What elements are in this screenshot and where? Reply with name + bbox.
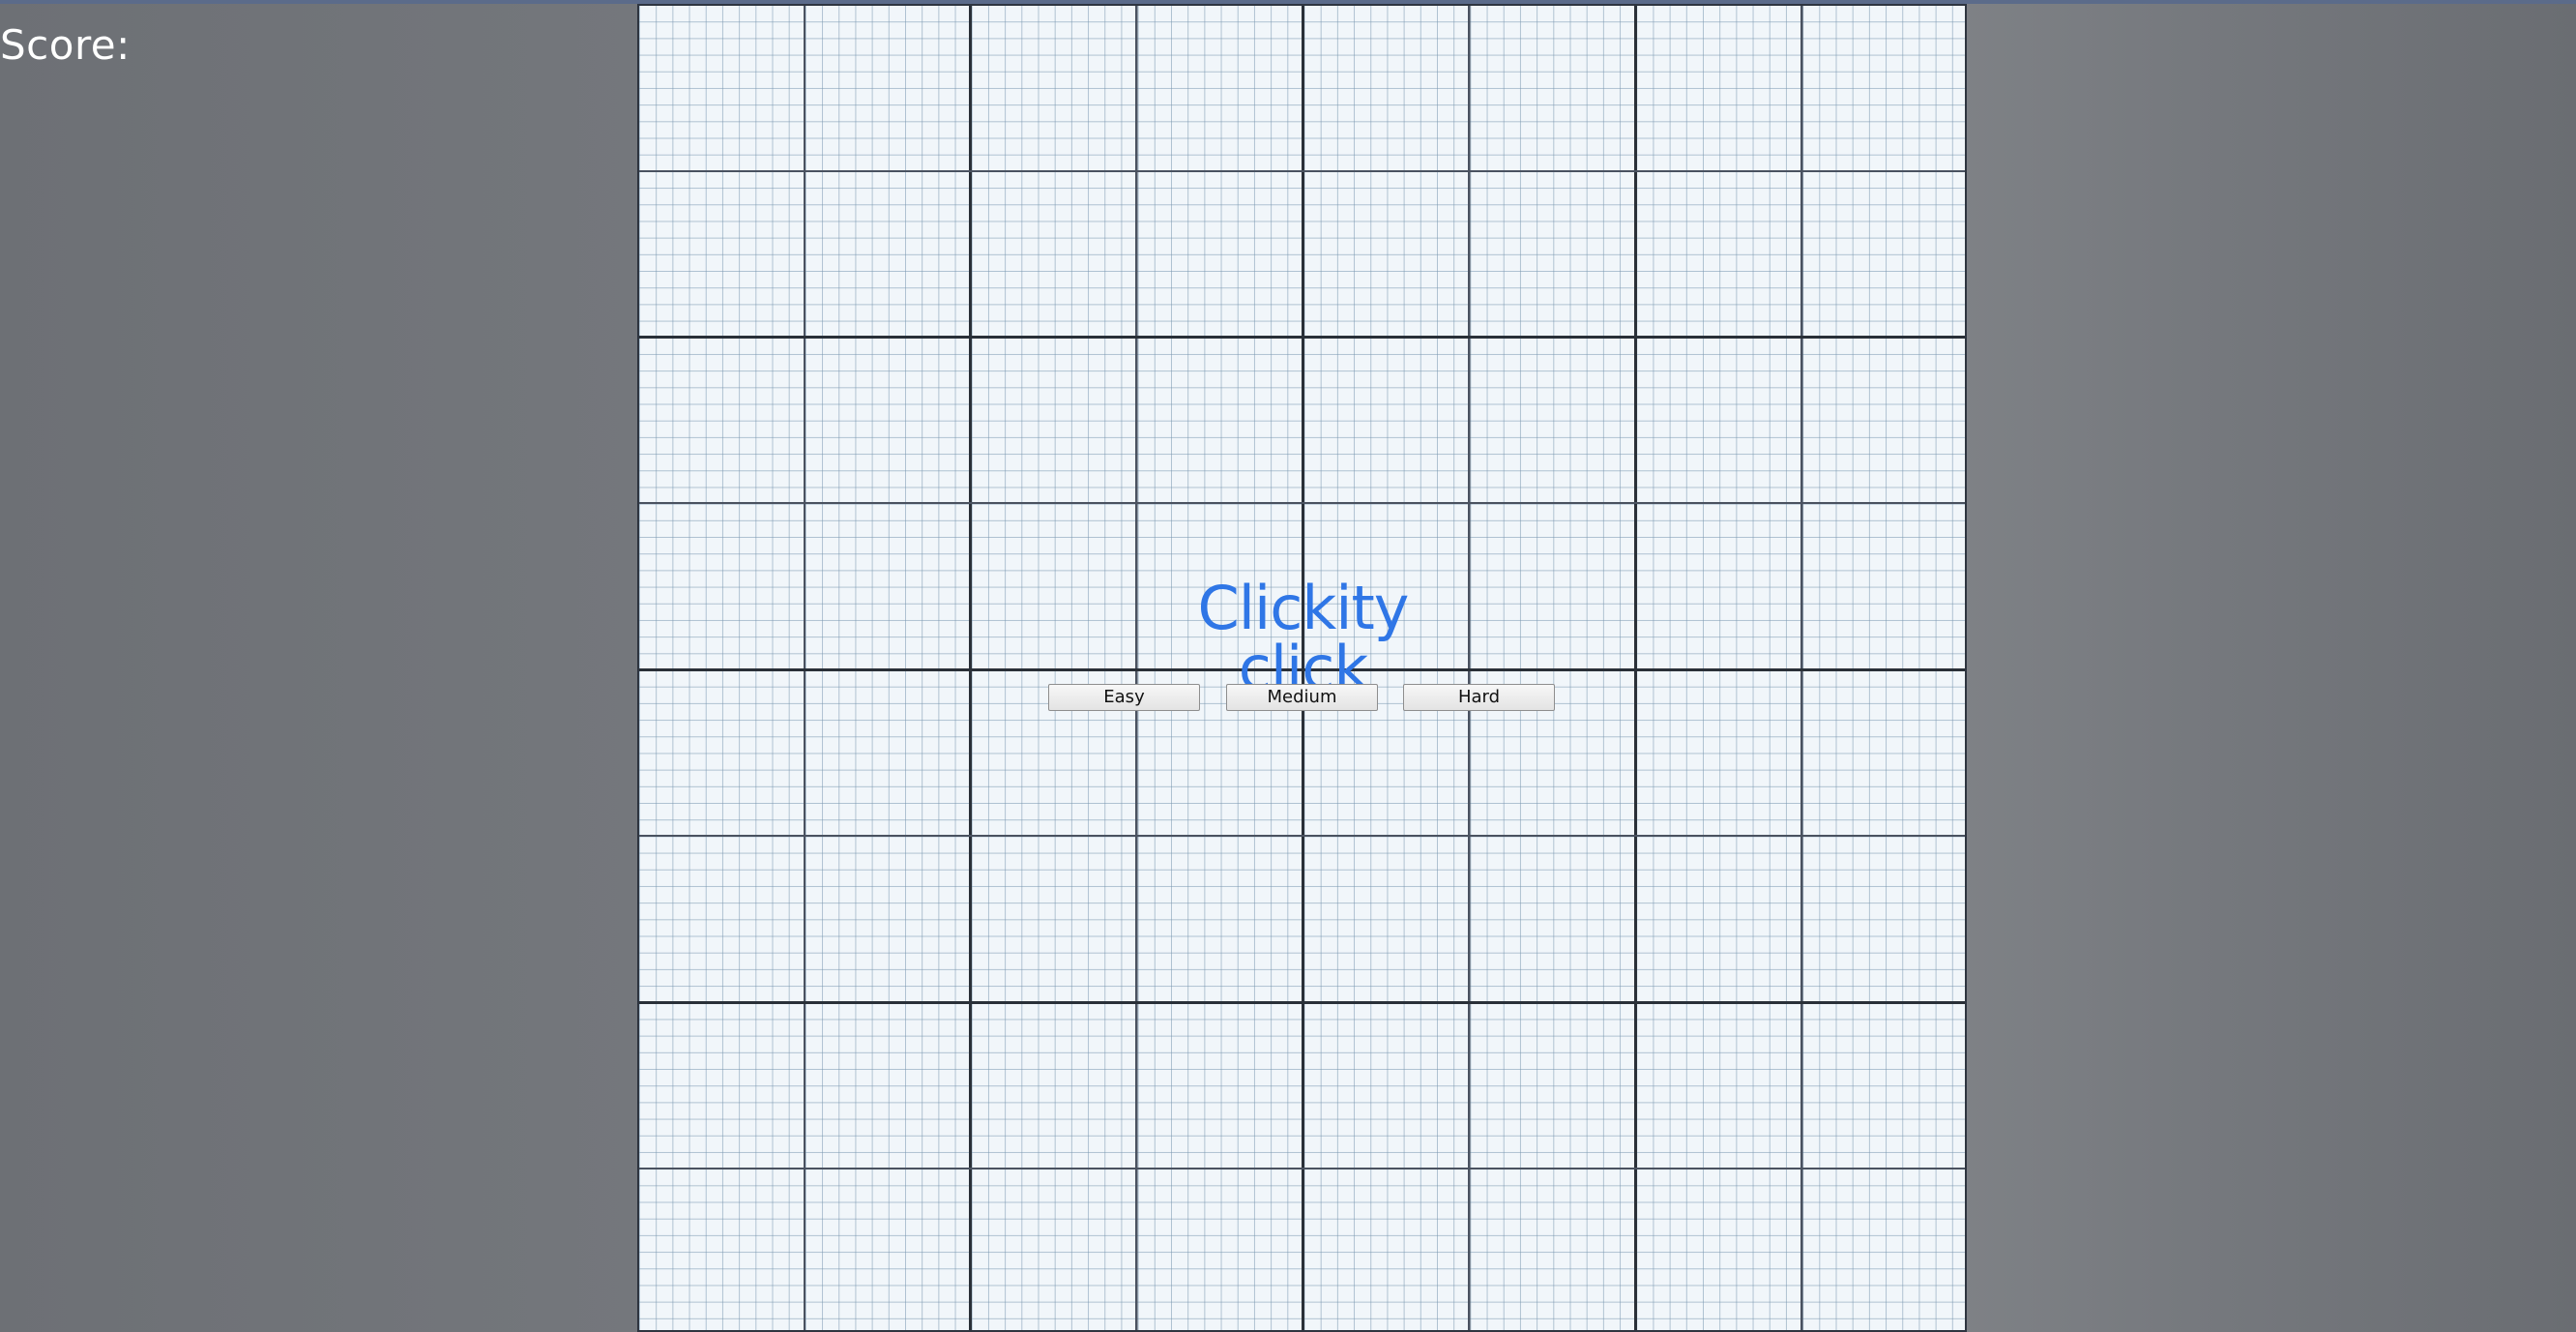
grid-line <box>639 170 1965 172</box>
grid-line <box>639 502 1965 504</box>
grid-line <box>639 1168 1965 1169</box>
score-label: Score: <box>0 21 131 69</box>
game-title: Clickity click <box>1197 573 1410 703</box>
grid-line <box>639 835 1965 837</box>
hard-button[interactable]: Hard <box>1403 684 1555 711</box>
grid-line <box>639 1001 1965 1004</box>
medium-button[interactable]: Medium <box>1226 684 1378 711</box>
easy-button[interactable]: Easy <box>1048 684 1200 711</box>
grid-line <box>639 336 1965 339</box>
